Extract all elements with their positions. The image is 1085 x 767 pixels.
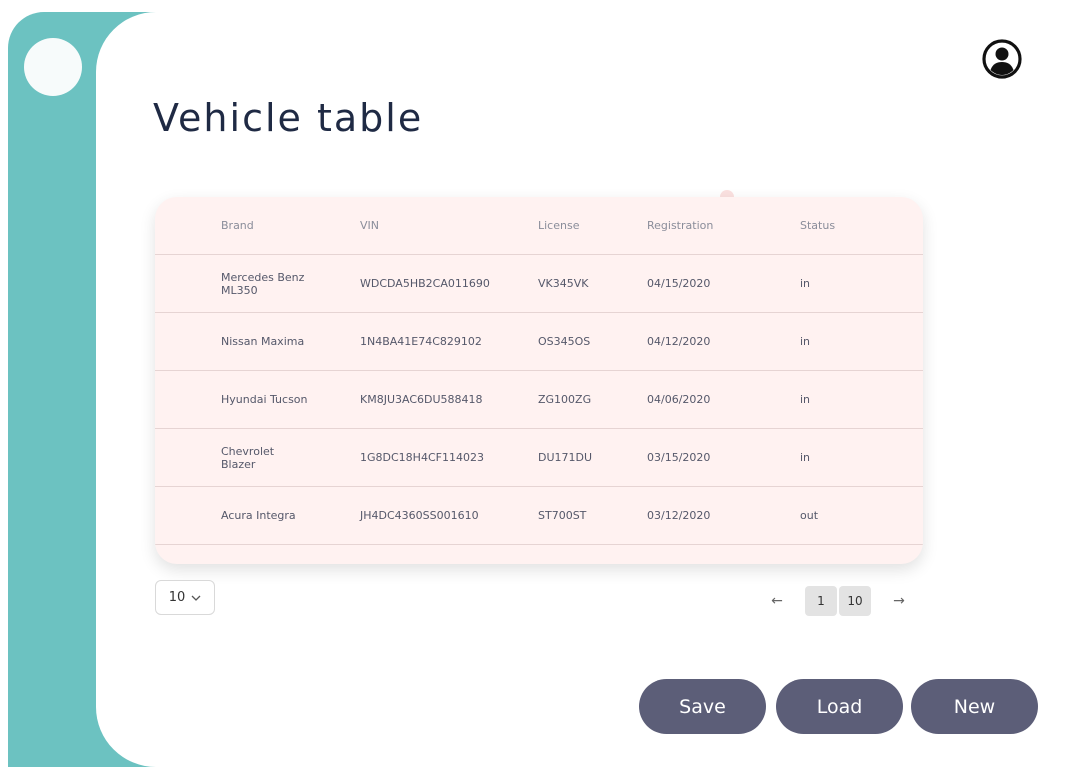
cell-status: in xyxy=(800,254,923,313)
vehicle-table: Brand VIN License Registration Status Me… xyxy=(155,197,923,545)
cell-brand-text: Chevrolet Blazer xyxy=(221,444,275,471)
table-row[interactable]: Chevrolet Blazer 1G8DC18H4CF114023 DU171… xyxy=(155,428,923,487)
page-button-first[interactable]: 1 xyxy=(805,586,837,616)
cell-vin: JH4DC4360SS001610 xyxy=(360,486,538,545)
cell-license: ZG100ZG xyxy=(538,370,647,429)
cell-license: ST700ST xyxy=(538,486,647,545)
table-row[interactable]: Acura Integra JH4DC4360SS001610 ST700ST … xyxy=(155,486,923,545)
cell-brand: Nissan Maxima xyxy=(155,312,360,371)
cell-status: in xyxy=(800,370,923,429)
cell-brand: Mercedes Benz ML350 xyxy=(155,254,360,313)
column-header-status[interactable]: Status xyxy=(800,197,923,255)
page-size-select[interactable]: 10 xyxy=(155,580,215,615)
column-header-vin[interactable]: VIN xyxy=(360,197,538,255)
cell-brand-text: Hyundai Tucson xyxy=(221,393,308,406)
user-circle-icon[interactable] xyxy=(981,38,1023,80)
cell-vin: 1N4BA41E74C829102 xyxy=(360,312,538,371)
cell-license: DU171DU xyxy=(538,428,647,487)
cell-brand: Hyundai Tucson xyxy=(155,370,360,429)
table-row[interactable]: Hyundai Tucson KM8JU3AC6DU588418 ZG100ZG… xyxy=(155,370,923,429)
column-header-brand[interactable]: Brand xyxy=(155,197,360,255)
table-header-row: Brand VIN License Registration Status xyxy=(155,197,923,255)
cell-license: OS345OS xyxy=(538,312,647,371)
cell-license: VK345VK xyxy=(538,254,647,313)
cell-brand-text: Mercedes Benz ML350 xyxy=(221,270,305,297)
sidebar-home-button[interactable] xyxy=(24,38,82,96)
arrow-left-icon[interactable]: ← xyxy=(766,593,788,609)
page-size-value: 10 xyxy=(168,590,186,605)
column-header-registration[interactable]: Registration xyxy=(647,197,800,255)
load-button[interactable]: Load xyxy=(776,679,903,734)
table-row[interactable]: Nissan Maxima 1N4BA41E74C829102 OS345OS … xyxy=(155,312,923,371)
cell-registration: 04/12/2020 xyxy=(647,312,800,371)
cell-registration: 03/12/2020 xyxy=(647,486,800,545)
page-button-last[interactable]: 10 xyxy=(839,586,871,616)
page-title: Vehicle table xyxy=(153,96,424,140)
cell-vin: WDCDA5HB2CA011690 xyxy=(360,254,538,313)
table-row[interactable]: Mercedes Benz ML350 WDCDA5HB2CA011690 VK… xyxy=(155,254,923,313)
cell-vin: KM8JU3AC6DU588418 xyxy=(360,370,538,429)
cell-status: in xyxy=(800,428,923,487)
cell-brand-text: Acura Integra xyxy=(221,509,296,522)
cell-registration: 04/15/2020 xyxy=(647,254,800,313)
cell-registration: 04/06/2020 xyxy=(647,370,800,429)
cell-brand-text: Nissan Maxima xyxy=(221,335,305,348)
arrow-right-icon[interactable]: → xyxy=(888,593,910,609)
cell-registration: 03/15/2020 xyxy=(647,428,800,487)
cell-brand: Chevrolet Blazer xyxy=(155,428,360,487)
cell-status: out xyxy=(800,486,923,545)
new-button[interactable]: New xyxy=(911,679,1038,734)
save-button[interactable]: Save xyxy=(639,679,766,734)
chevron-down-icon xyxy=(191,595,201,601)
cell-vin: 1G8DC18H4CF114023 xyxy=(360,428,538,487)
cell-brand: Acura Integra xyxy=(155,486,360,545)
cell-status: in xyxy=(800,312,923,371)
column-header-license[interactable]: License xyxy=(538,197,647,255)
pagination: ← 1 10 → xyxy=(766,585,910,617)
vehicle-table-card: Brand VIN License Registration Status Me… xyxy=(155,197,923,564)
